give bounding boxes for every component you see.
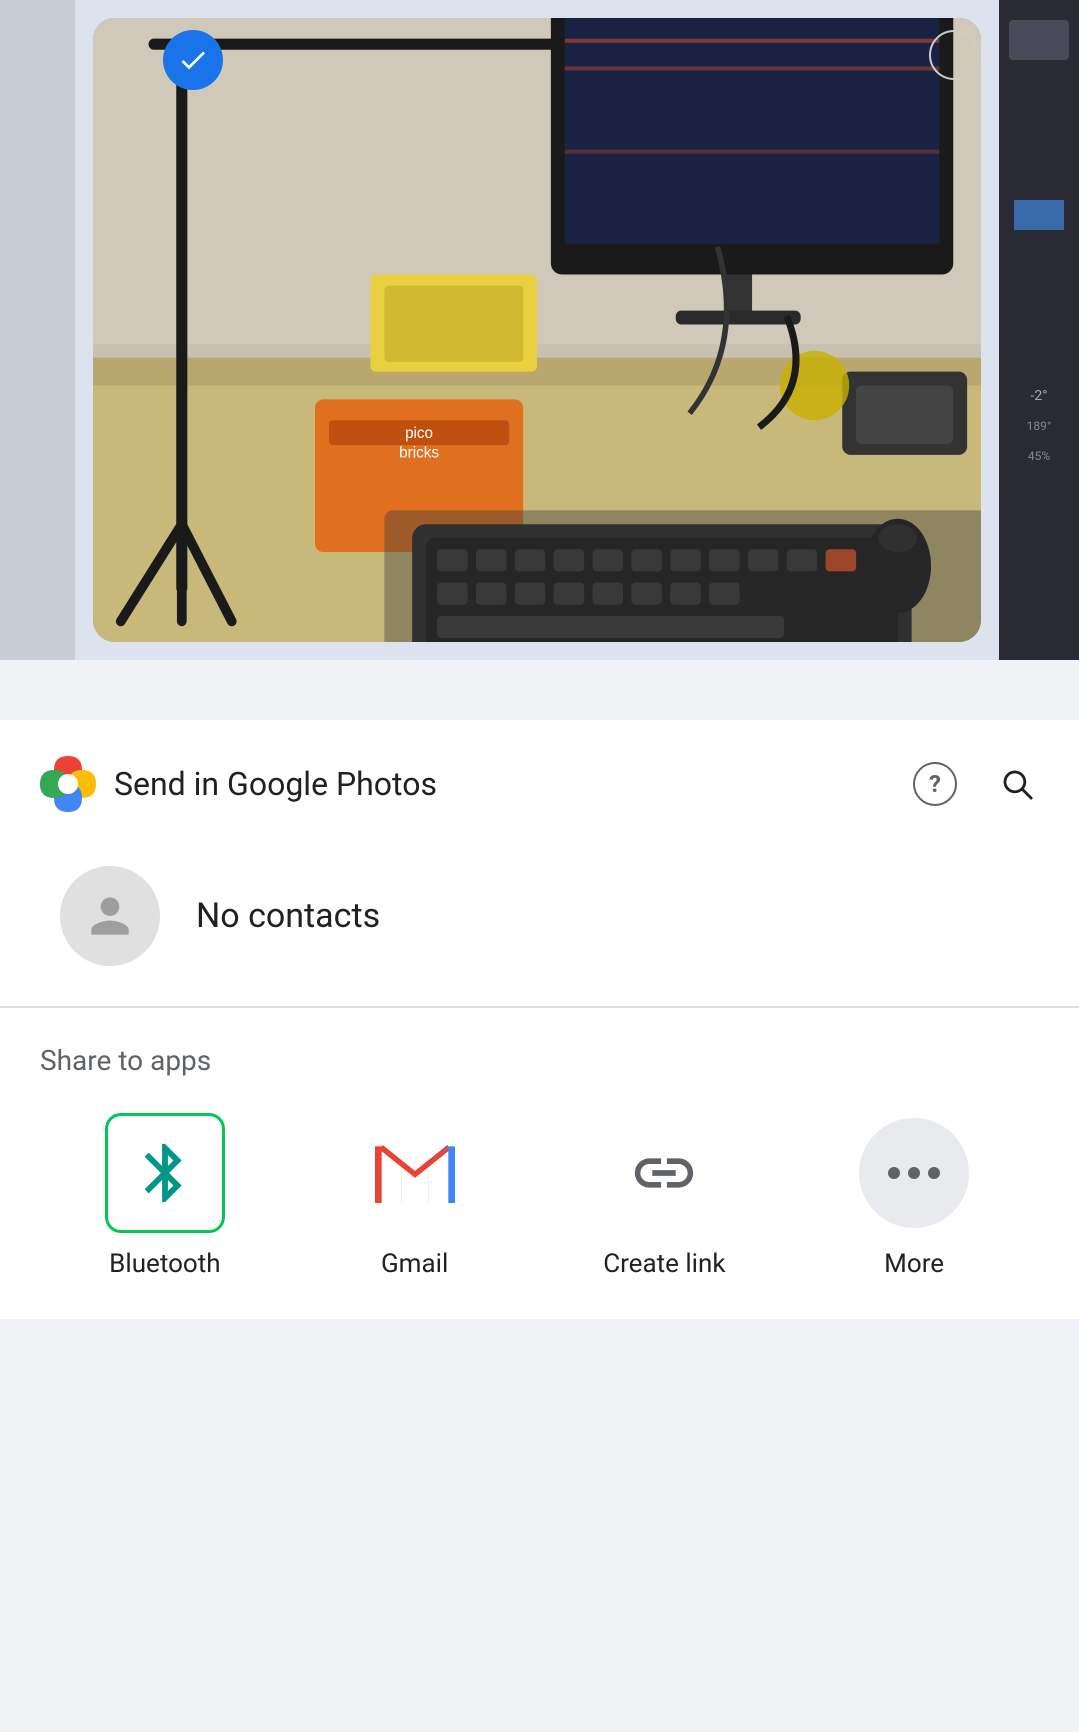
svg-text:pico: pico xyxy=(405,425,433,442)
photo-strip: pico bricks xyxy=(0,0,1079,660)
gmail-icon-wrap xyxy=(355,1113,475,1233)
photo-left-peek xyxy=(0,0,75,660)
share-app-create-link[interactable]: Create link xyxy=(540,1113,790,1279)
share-apps-label: Share to apps xyxy=(40,1044,1039,1077)
dot-2 xyxy=(908,1167,920,1179)
photo-center: pico bricks xyxy=(75,0,999,660)
dot-1 xyxy=(888,1167,900,1179)
google-photos-logo xyxy=(40,756,96,812)
selected-photo[interactable]: pico bricks xyxy=(93,18,981,642)
more-icon-wrap xyxy=(854,1113,974,1233)
gmail-icon xyxy=(375,1138,455,1208)
gmail-label: Gmail xyxy=(381,1249,448,1279)
share-apps-row: Bluetooth xyxy=(40,1113,1039,1279)
svg-text:45%: 45% xyxy=(1028,449,1050,463)
more-label: More xyxy=(884,1249,944,1279)
bluetooth-icon-wrap xyxy=(105,1113,225,1233)
selection-check-badge[interactable] xyxy=(163,30,223,90)
help-icon[interactable]: ? xyxy=(913,762,957,806)
photo-right-peek: -2° 189° 45% xyxy=(999,0,1079,660)
share-app-more[interactable]: More xyxy=(789,1113,1039,1279)
search-icon[interactable] xyxy=(995,762,1039,806)
gap-spacer xyxy=(0,660,1079,720)
svg-text:-2°: -2° xyxy=(1031,388,1048,404)
bluetooth-label: Bluetooth xyxy=(109,1249,220,1279)
more-dots-circle xyxy=(859,1118,969,1228)
no-contacts-label: No contacts xyxy=(196,896,380,936)
share-app-gmail[interactable]: Gmail xyxy=(290,1113,540,1279)
share-panel: Send in Google Photos ? No contacts Shar… xyxy=(0,720,1079,1319)
create-link-label: Create link xyxy=(603,1249,725,1279)
dot-3 xyxy=(928,1167,940,1179)
svg-text:189°: 189° xyxy=(1027,419,1052,433)
circle-select-button[interactable] xyxy=(929,30,979,80)
no-contacts-row: No contacts xyxy=(0,836,1079,1006)
svg-text:bricks: bricks xyxy=(399,445,439,462)
create-link-icon-wrap xyxy=(604,1113,724,1233)
google-photos-header: Send in Google Photos ? xyxy=(0,720,1079,836)
no-contacts-avatar xyxy=(60,866,160,966)
link-icon xyxy=(624,1138,704,1208)
share-panel-title: Send in Google Photos xyxy=(114,765,895,803)
bluetooth-icon xyxy=(130,1138,200,1208)
share-app-bluetooth[interactable]: Bluetooth xyxy=(40,1113,290,1279)
share-apps-section: Share to apps Bluetooth xyxy=(0,1008,1079,1319)
